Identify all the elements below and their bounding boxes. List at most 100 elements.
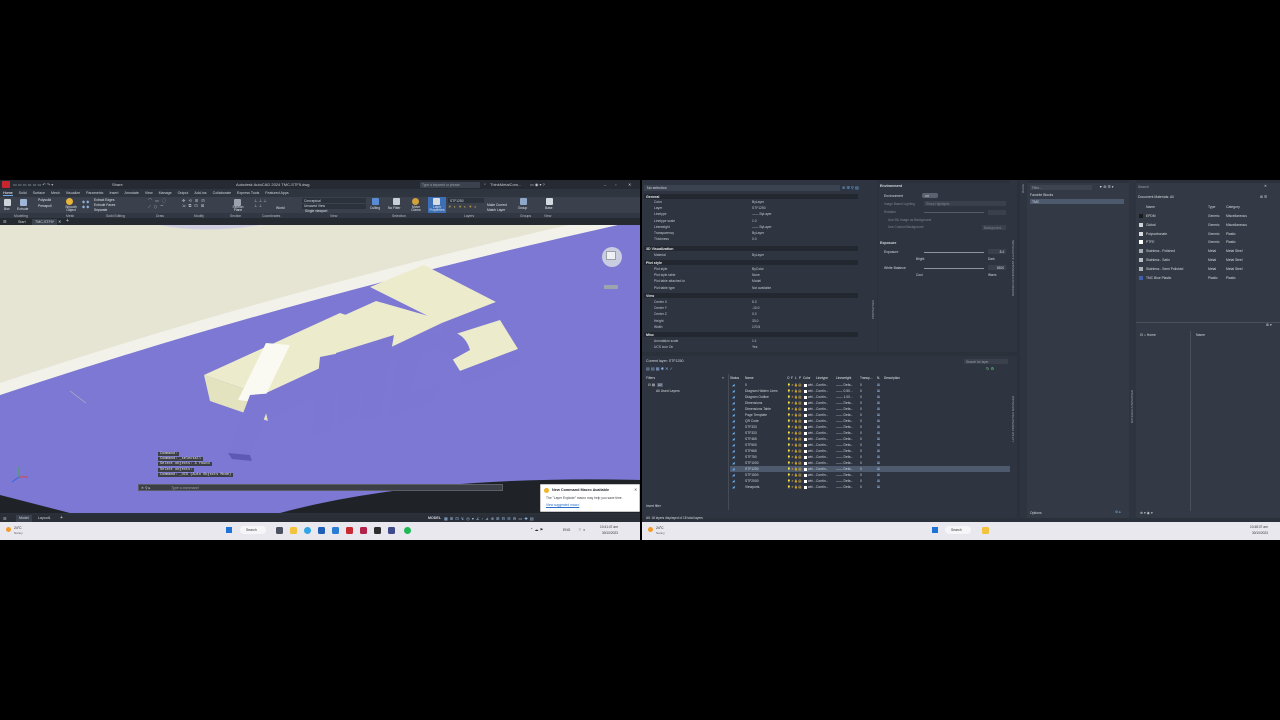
status-toggle-icons[interactable]: ▦ ⊞ ⊡ ↯ ◎ ▾ ∠ ▫ ⊿ ⊕ ⊞ ⊟ ☰ ⚙ ▭ ✚ ▤: [444, 516, 534, 521]
materials-col-type[interactable]: Type: [1208, 205, 1215, 209]
material-name[interactable]: EPDM: [1146, 214, 1156, 218]
property-value[interactable]: 1:1: [752, 339, 757, 343]
menu-icon[interactable]: ☰: [3, 219, 7, 224]
property-value[interactable]: None: [752, 273, 760, 277]
section-view[interactable]: View: [644, 293, 858, 298]
world-ucs[interactable]: World: [276, 206, 285, 210]
layer-linetype[interactable]: Contin...: [816, 395, 828, 399]
layer-new-vp-freeze-icon[interactable]: ⊠: [877, 425, 880, 429]
box-button[interactable]: Box: [4, 207, 10, 211]
layer-name[interactable]: Diagram Hidden Lines: [745, 389, 778, 393]
help-icons[interactable]: ▭ ◉ ▾ ?: [530, 182, 545, 187]
layer-color-swatch[interactable]: [804, 461, 807, 465]
layout-menu-icon[interactable]: ☰: [3, 516, 7, 521]
drawing-tab-close-icon[interactable]: ✕: [58, 219, 61, 224]
layer-column-header[interactable]: P: [799, 376, 801, 380]
command-input[interactable]: Type a command: [171, 486, 199, 490]
ribbon-panel-label[interactable]: Mesh: [66, 214, 74, 218]
materials-view-icons[interactable]: ⊞ ☰: [1260, 195, 1267, 199]
layer-lineweight[interactable]: —— Defa...: [836, 455, 853, 459]
layer-color[interactable]: whi...: [808, 443, 816, 447]
layer-column-header[interactable]: O: [787, 376, 789, 380]
layer-color[interactable]: whi...: [808, 419, 816, 423]
layer-new-vp-freeze-icon[interactable]: ⊠: [877, 383, 880, 387]
culling-button[interactable]: Culling: [370, 206, 380, 210]
tab-manage[interactable]: Manage: [159, 191, 172, 195]
layer-dropdown[interactable]: STF1250: [448, 198, 484, 203]
ribbon-panel-label[interactable]: Coordinates: [262, 214, 280, 218]
layer-color[interactable]: whi...: [808, 467, 816, 471]
layer-lineweight[interactable]: —— Defa...: [836, 401, 853, 405]
layer-color[interactable]: whi...: [808, 455, 816, 459]
layer-state-icons[interactable]: 💡☀🔓🖨: [787, 485, 802, 489]
wcs-button[interactable]: [604, 285, 618, 289]
layer-linetype[interactable]: Contin...: [816, 437, 828, 441]
edge-icon[interactable]: [304, 527, 311, 534]
tab-model[interactable]: Model: [16, 515, 32, 522]
material-row[interactable]: Global Generic Miscellaneous: [1136, 222, 1280, 230]
material-row[interactable]: PTFE Generic Plastic: [1136, 239, 1280, 247]
layer-color[interactable]: whi...: [808, 485, 816, 489]
layer-color-swatch[interactable]: [804, 389, 807, 393]
layer-color[interactable]: whi...: [808, 461, 816, 465]
share-button[interactable]: Share: [112, 182, 123, 187]
layer-toolbar-icons[interactable]: ▤ ▤ ▦ ✱ ✕ ✓: [646, 366, 673, 371]
teams-icon[interactable]: [388, 527, 395, 534]
maximize-button[interactable]: ▫: [615, 182, 616, 187]
layer-color[interactable]: whi...: [808, 449, 816, 453]
layer-new-vp-freeze-icon[interactable]: ⊠: [877, 395, 880, 399]
property-value[interactable]: 33.0: [752, 319, 758, 323]
materials-search-input[interactable]: Search: [1138, 185, 1149, 189]
material-row[interactable]: Stainless - Semi Polished Metal Metal Stee…: [1136, 266, 1280, 274]
use-custom-checkbox[interactable]: Use Custom Background: [888, 225, 923, 229]
layer-state-icons[interactable]: 💡☀🔓🖨: [787, 473, 802, 477]
layer-state-icons[interactable]: 💡☀🔓🖨: [787, 443, 802, 447]
layer-tools-icons[interactable]: ☀ ◐ ☀ ◐ ☀ ◐: [448, 204, 477, 209]
language-indicator[interactable]: ENG: [563, 528, 570, 532]
properties-side-tab[interactable]: PROPERTIES: [870, 180, 877, 352]
layer-lineweight[interactable]: —— Defa...: [836, 413, 853, 417]
layer-transparency[interactable]: 0: [860, 407, 862, 411]
acrobat-icon[interactable]: [360, 527, 367, 534]
outlook-icon[interactable]: [318, 527, 325, 534]
layer-column-header[interactable]: L: [795, 376, 797, 380]
move-gizmo-icon[interactable]: [412, 198, 419, 205]
layer-transparency[interactable]: 0: [860, 401, 862, 405]
ribbon-panel-label[interactable]: Groups: [520, 214, 531, 218]
right-clock-time[interactable]: 10:48:37 am: [1250, 525, 1268, 529]
layer-color[interactable]: whi...: [808, 413, 816, 417]
filter-all-used-layers[interactable]: All Used Layers: [656, 389, 680, 393]
single-viewport-dropdown[interactable]: Single viewport: [305, 209, 327, 213]
materials-footer-icons[interactable]: ⊕ ▾ ◉ ▾: [1140, 511, 1153, 515]
property-value[interactable]: 0.0: [752, 312, 757, 316]
weather-icon[interactable]: [6, 527, 11, 532]
layer-column-header[interactable]: Status: [730, 376, 739, 380]
extrude-button[interactable]: Extrude: [17, 207, 28, 211]
layer-color-swatch[interactable]: [804, 449, 807, 453]
clock-date[interactable]: 30/10/2023: [602, 531, 618, 535]
material-name[interactable]: Global: [1146, 223, 1156, 227]
tab-parametric[interactable]: Parametric: [86, 191, 103, 195]
layer-lineweight[interactable]: —— Defa...: [836, 431, 853, 435]
property-value[interactable]: ByLayer: [752, 231, 764, 235]
layer-linetype[interactable]: Contin...: [816, 401, 828, 405]
spotify-icon[interactable]: [404, 527, 411, 534]
layer-name[interactable]: STF500: [745, 443, 757, 447]
layer-lineweight[interactable]: —— Defa...: [836, 425, 853, 429]
layer-transparency[interactable]: 0: [860, 485, 862, 489]
tab-surface[interactable]: Surface: [33, 191, 45, 195]
layer-transparency[interactable]: 0: [860, 443, 862, 447]
property-value[interactable]: ByColor: [752, 267, 764, 271]
environment-toggle[interactable]: Off: [922, 193, 938, 198]
layer-state-icons[interactable]: 💡☀🔓🖨: [787, 425, 802, 429]
layer-linetype[interactable]: Contin...: [816, 443, 828, 447]
layer-name[interactable]: Viewports: [745, 485, 759, 489]
property-value[interactable]: 170.5: [752, 325, 760, 329]
user-name[interactable]: ThinkMetalCom...: [490, 182, 521, 187]
layer-linetype[interactable]: Contin...: [816, 473, 828, 477]
layer-lineweight[interactable]: —— Defa...: [836, 437, 853, 441]
mesh-tools-icons[interactable]: ◆ ◆ ◆ ◆: [82, 199, 89, 209]
layer-lineweight[interactable]: —— Defa...: [836, 479, 853, 483]
filter-tree-toggle[interactable]: ⊟ ▤: [648, 383, 655, 387]
layer-lineweight[interactable]: —— 0.50...: [836, 389, 853, 393]
